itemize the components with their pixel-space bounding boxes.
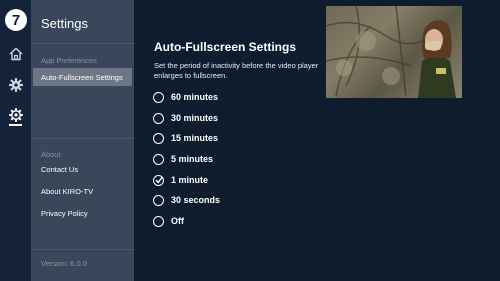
option-label: 15 minutes bbox=[171, 133, 219, 143]
radio-button[interactable] bbox=[153, 153, 164, 165]
option-label: 60 minutes bbox=[171, 92, 219, 102]
option-label: 1 minute bbox=[171, 175, 209, 185]
active-indicator bbox=[9, 124, 22, 126]
checkmark-icon bbox=[154, 177, 163, 184]
radio-button[interactable] bbox=[153, 132, 164, 144]
divider bbox=[31, 138, 134, 139]
sidebar-title: Settings bbox=[41, 16, 88, 31]
option-5-minutes[interactable]: 5 minutes bbox=[153, 152, 213, 166]
version-label: Version: 6.0.0 bbox=[41, 259, 87, 268]
option-15-minutes[interactable]: 15 minutes bbox=[153, 131, 218, 145]
home-icon[interactable] bbox=[8, 46, 24, 62]
logo-text: 7 bbox=[11, 11, 21, 29]
sidebar-item-auto-fullscreen[interactable]: Auto-Fullscreen Settings bbox=[33, 68, 132, 86]
option-30-minutes[interactable]: 30 minutes bbox=[153, 111, 218, 125]
page-description: Set the period of inactivity before the … bbox=[154, 61, 319, 80]
radio-button[interactable] bbox=[153, 194, 164, 206]
section-about: About bbox=[41, 150, 61, 159]
video-player[interactable] bbox=[326, 6, 462, 98]
option-30-seconds[interactable]: 30 seconds bbox=[153, 193, 220, 207]
option-off[interactable]: Off bbox=[153, 214, 184, 228]
page-title: Auto-Fullscreen Settings bbox=[154, 40, 297, 54]
option-label: Off bbox=[171, 216, 184, 226]
sidebar-item-privacy-policy[interactable]: Privacy Policy bbox=[41, 209, 88, 218]
option-label: 30 minutes bbox=[171, 113, 219, 123]
preferences-gear-icon[interactable] bbox=[8, 107, 24, 123]
radio-button[interactable] bbox=[153, 215, 164, 227]
option-60-minutes[interactable]: 60 minutes bbox=[153, 90, 218, 104]
divider bbox=[31, 43, 134, 44]
settings-sidebar: Settings App Preferences Auto-Fullscreen… bbox=[31, 0, 134, 281]
option-label: 30 seconds bbox=[171, 195, 221, 205]
kiro7-logo: 7 bbox=[5, 9, 27, 31]
radio-button-selected[interactable] bbox=[153, 174, 164, 186]
radio-button[interactable] bbox=[153, 91, 164, 103]
option-label: 5 minutes bbox=[171, 154, 214, 164]
sidebar-item-contact-us[interactable]: Contact Us bbox=[41, 165, 78, 174]
video-frame bbox=[326, 6, 456, 98]
sidebar-item-about-kiro-tv[interactable]: About KIRO-TV bbox=[41, 187, 93, 196]
nav-rail: 7 bbox=[0, 0, 31, 281]
settings-gear-icon[interactable] bbox=[8, 77, 24, 93]
radio-button[interactable] bbox=[153, 112, 164, 124]
option-1-minute[interactable]: 1 minute bbox=[153, 173, 208, 187]
sidebar-item-label: Auto-Fullscreen Settings bbox=[41, 72, 123, 82]
section-app-preferences: App Preferences bbox=[41, 56, 97, 65]
divider bbox=[31, 249, 134, 250]
